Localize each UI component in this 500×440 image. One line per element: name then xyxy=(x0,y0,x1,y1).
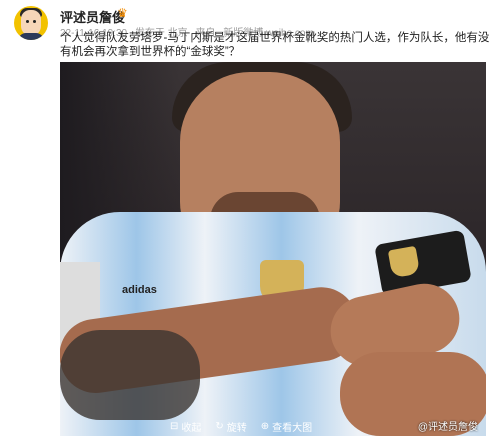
watermark: @评述员詹俊 xyxy=(417,422,478,433)
zoom-icon: ⊕ xyxy=(260,420,270,432)
avatar[interactable] xyxy=(14,6,48,40)
rotate-button[interactable]: ↻ 旋转 xyxy=(215,419,246,434)
arm-tattoo xyxy=(60,330,200,420)
crown-icon: ♛ xyxy=(117,6,128,20)
view-large-button[interactable]: ⊕ 查看大图 xyxy=(261,419,312,434)
weibo-post: 评述员詹俊 ♛ 22-11-16 19:30 发布于 北京 来自 新版微博 we… xyxy=(0,0,500,440)
jersey-brand-logo: adidas xyxy=(122,284,157,296)
rotate-icon: ↻ xyxy=(215,420,224,432)
collapse-icon: ⊟ xyxy=(170,420,179,432)
image-toolbar: ⊟ 收起 ↻ 旋转 ⊕ 查看大图 xyxy=(170,416,312,436)
view-large-label: 查看大图 xyxy=(272,422,313,434)
post-text: 个人觉得队友劳塔罗-马丁内斯是才这届世界杯金靴奖的热门人选，作为队长，他有没有机… xyxy=(60,32,490,58)
rotate-label: 旋转 xyxy=(226,422,247,434)
collapse-button[interactable]: ⊟ 收起 xyxy=(170,419,201,434)
post-photo[interactable]: adidas 10 ⊟ 收起 ↻ 旋转 ⊕ 查看大图 @评述员詹俊 xyxy=(60,62,486,436)
collapse-label: 收起 xyxy=(181,422,202,434)
